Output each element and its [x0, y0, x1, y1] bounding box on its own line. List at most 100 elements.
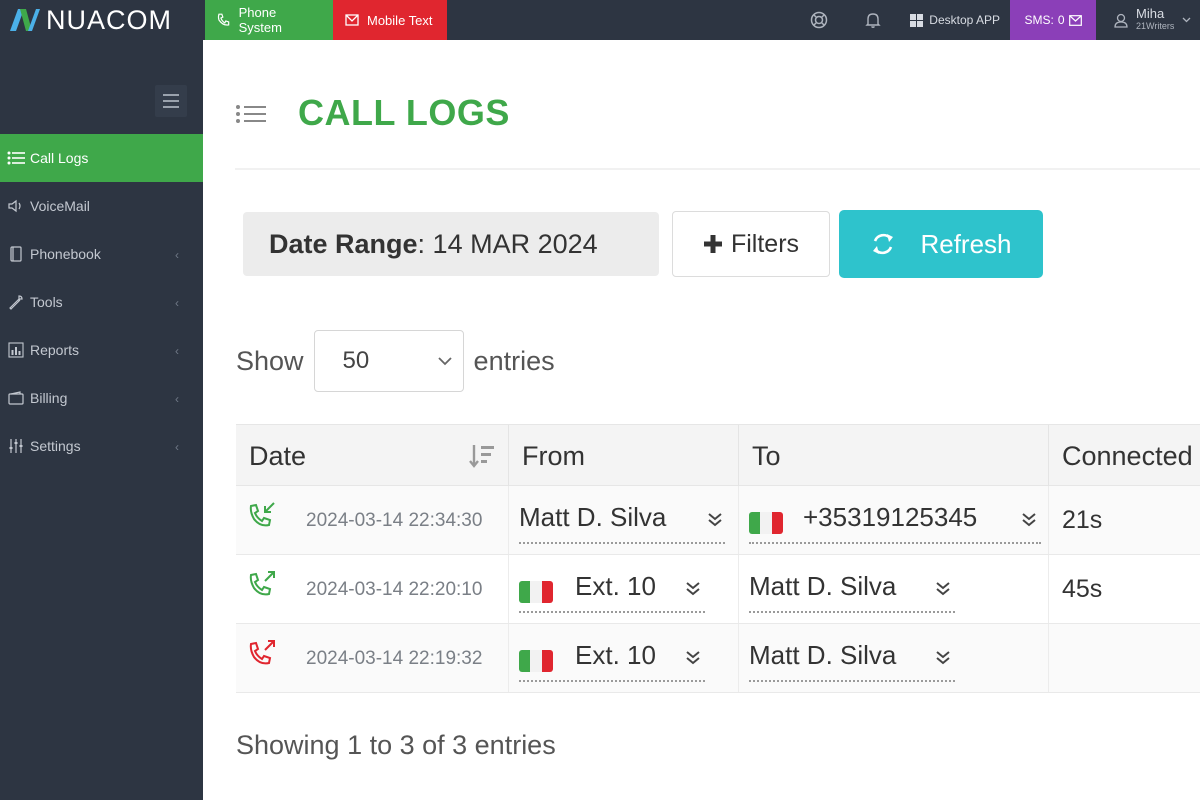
user-menu[interactable]: Miha 21Writers: [1096, 0, 1200, 40]
sidebar-item-label: Settings: [30, 438, 81, 454]
table-info: Showing 1 to 3 of 3 entries: [236, 730, 556, 760]
double-chevron-down-icon[interactable]: [933, 579, 953, 599]
sms-label: SMS:: [1024, 13, 1054, 27]
to-cell: Matt D. Silva: [739, 624, 1049, 692]
sidebar-item-phonebook[interactable]: Phonebook ‹: [0, 230, 203, 278]
to-cell: Matt D. Silva: [739, 555, 1049, 623]
to-cell: +35319125345: [739, 486, 1049, 554]
column-header-to[interactable]: To: [739, 425, 1049, 487]
chevron-left-icon: ‹: [175, 248, 179, 262]
outgoing-call-icon: [249, 571, 275, 596]
sidebar-nav: Call Logs VoiceMail Phonebook ‹ Tools ‹: [0, 134, 203, 470]
list-icon: [236, 105, 266, 123]
user-name: Miha: [1136, 6, 1165, 21]
sidebar-item-label: Tools: [30, 294, 63, 310]
date-range-value: : 14 MAR 2024: [417, 228, 598, 259]
nuacom-logo-icon: [10, 9, 40, 31]
double-chevron-down-icon[interactable]: [683, 648, 703, 668]
double-chevron-down-icon[interactable]: [705, 510, 725, 530]
sidebar-item-call-logs[interactable]: Call Logs: [0, 134, 203, 182]
entries-per-page-value: 50: [342, 347, 370, 374]
brand[interactable]: NUACOM: [0, 0, 205, 40]
sidebar-item-tools[interactable]: Tools ‹: [0, 278, 203, 326]
phone-system-label: Phone System: [238, 5, 282, 35]
missed-outgoing-call-icon: [249, 640, 275, 665]
call-date: 2024-03-14 22:20:10: [306, 579, 483, 600]
envelope-icon: [1068, 14, 1082, 26]
callee-name: Matt D. Silva: [749, 571, 897, 601]
filters-button[interactable]: Filters: [672, 211, 830, 277]
user-icon: [1114, 13, 1128, 28]
column-header-date[interactable]: Date: [236, 425, 509, 487]
chevron-left-icon: ‹: [175, 392, 179, 406]
sidebar-item-reports[interactable]: Reports ‹: [0, 326, 203, 374]
caller-name: Matt D. Silva: [519, 502, 667, 532]
mobile-text-label: Mobile Text: [367, 12, 433, 28]
connected-cell: 21s: [1062, 505, 1103, 534]
double-chevron-down-icon[interactable]: [1019, 510, 1039, 530]
double-chevron-down-icon[interactable]: [683, 579, 703, 599]
main-content: CALL LOGS Date Range : 14 MAR 2024 Filte…: [203, 40, 1200, 800]
sidebar-item-label: Billing: [30, 390, 68, 406]
sort-descending-icon[interactable]: [468, 443, 496, 469]
sidebar-item-label: Reports: [30, 342, 80, 358]
desktop-app-label: Desktop APP: [929, 13, 1000, 27]
bell-icon: [865, 13, 881, 28]
incoming-call-icon: [249, 502, 275, 527]
page-title: CALL LOGS: [298, 92, 510, 133]
brand-name: NUACOM: [46, 4, 172, 35]
sidebar-item-voicemail[interactable]: VoiceMail: [0, 182, 203, 230]
from-cell: Ext. 10: [509, 624, 739, 692]
column-header-from[interactable]: From: [509, 425, 739, 487]
double-chevron-down-icon[interactable]: [933, 648, 953, 668]
sidebar: Call Logs VoiceMail Phonebook ‹ Tools ‹: [0, 40, 203, 800]
italy-flag-icon: [519, 581, 553, 603]
call-logs-table: Date From To Connected 2024-03-14 22:34:…: [236, 424, 1200, 693]
support-button[interactable]: [792, 0, 846, 40]
call-date: 2024-03-14 22:19:32: [306, 648, 483, 669]
table-header: Date From To Connected: [236, 424, 1200, 487]
sidebar-toggle-button[interactable]: [155, 85, 187, 117]
date-cell: 2024-03-14 22:19:32: [236, 624, 509, 692]
refresh-button[interactable]: Refresh: [839, 210, 1043, 278]
table-row[interactable]: 2024-03-14 22:20:10 Ext. 10 Matt D. Silv…: [236, 555, 1200, 624]
from-cell: Matt D. Silva: [509, 486, 739, 554]
lifebuoy-icon: [811, 11, 828, 29]
sidebar-item-label: Call Logs: [30, 150, 89, 166]
bar-chart-icon: [6, 341, 26, 359]
mobile-text-tab[interactable]: Mobile Text: [333, 0, 447, 40]
windows-icon: [910, 13, 924, 27]
date-cell: 2024-03-14 22:34:30: [236, 486, 509, 554]
phone-system-tab[interactable]: Phone System: [205, 0, 333, 40]
call-date: 2024-03-14 22:34:30: [306, 510, 483, 531]
caller-name: Ext. 10: [575, 571, 656, 601]
italy-flag-icon: [519, 650, 553, 672]
filters-label: Filters: [730, 229, 800, 258]
sidebar-item-settings[interactable]: Settings ‹: [0, 422, 203, 470]
entries-label: entries: [473, 345, 555, 376]
connected-cell: 45s: [1062, 574, 1103, 603]
chevron-left-icon: ‹: [175, 296, 179, 310]
plus-icon: [703, 235, 722, 253]
table-row[interactable]: 2024-03-14 22:19:32 Ext. 10 Matt D. Silv…: [236, 624, 1200, 693]
sliders-icon: [6, 437, 26, 455]
notifications-button[interactable]: [846, 0, 900, 40]
divider: [235, 168, 1200, 170]
entries-per-page-select[interactable]: 50: [313, 330, 464, 392]
connected-cell: [1049, 624, 1200, 692]
show-label: Show: [236, 345, 304, 376]
envelope-icon: [345, 14, 359, 26]
sms-button[interactable]: SMS: 0: [1010, 0, 1096, 40]
table-row[interactable]: 2024-03-14 22:34:30 Matt D. Silva +35319…: [236, 486, 1200, 555]
date-range-picker[interactable]: Date Range : 14 MAR 2024: [243, 212, 659, 276]
list-icon: [6, 149, 26, 167]
refresh-icon: [873, 233, 894, 255]
column-header-connected[interactable]: Connected: [1049, 425, 1200, 487]
wallet-icon: [6, 389, 26, 407]
sidebar-item-label: Phonebook: [30, 246, 101, 262]
sidebar-item-billing[interactable]: Billing ‹: [0, 374, 203, 422]
desktop-app-button[interactable]: Desktop APP: [900, 0, 1010, 40]
callee-name: Matt D. Silva: [749, 640, 897, 670]
phone-icon: [217, 13, 230, 26]
chevron-down-icon: [1182, 17, 1191, 23]
